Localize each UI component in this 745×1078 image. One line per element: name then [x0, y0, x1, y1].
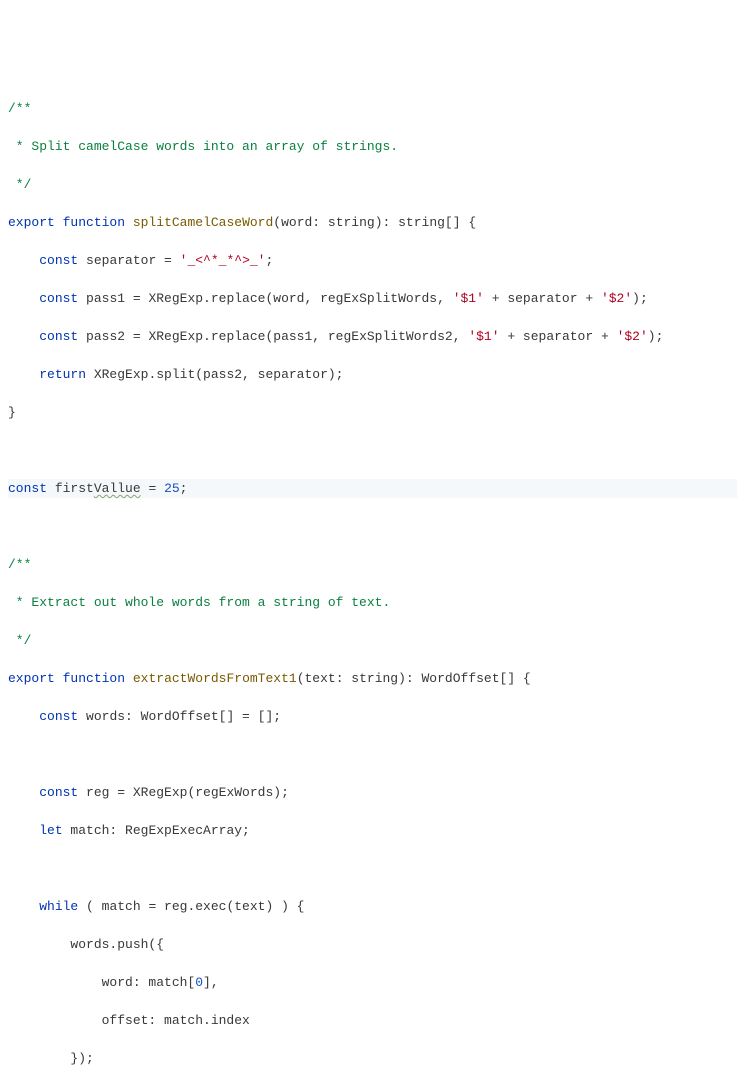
code-line: [8, 859, 737, 878]
code-text: match: RegExpExecArray;: [63, 823, 250, 838]
code-line: */: [8, 175, 737, 194]
code-text: reg = XRegExp(regExWords);: [78, 785, 289, 800]
keyword-export: export: [8, 671, 55, 686]
keyword-const: const: [39, 253, 78, 268]
keyword-const: const: [39, 291, 78, 306]
code-line: const pass2 = XRegExp.replace(pass1, reg…: [8, 327, 737, 346]
code-line: const reg = XRegExp(regExWords);: [8, 783, 737, 802]
code-line: }: [8, 403, 737, 422]
code-text: words: WordOffset[] = [];: [78, 709, 281, 724]
code-text: pass1 = XRegExp.replace(word, regExSplit…: [78, 291, 452, 306]
spellcheck-warning: Vallue: [94, 481, 141, 496]
code-line: [8, 441, 737, 460]
code-line: */: [8, 631, 737, 650]
code-line: offset: match.index: [8, 1011, 737, 1030]
code-text: );: [632, 291, 648, 306]
keyword-function: function: [63, 671, 125, 686]
string-literal: '$2': [617, 329, 648, 344]
code-line: [8, 745, 737, 764]
string-literal: '$1': [468, 329, 499, 344]
code-line: let match: RegExpExecArray;: [8, 821, 737, 840]
function-name: splitCamelCaseWord: [133, 215, 273, 230]
code-line: /**: [8, 99, 737, 118]
keyword-const: const: [39, 785, 78, 800]
code-text: XRegExp.split(pass2, separator);: [86, 367, 343, 382]
code-line: while ( match = reg.exec(text) ) {: [8, 897, 737, 916]
code-line: });: [8, 1049, 737, 1068]
comment-text: /**: [8, 557, 31, 572]
number-literal: 0: [195, 975, 203, 990]
code-text: word: match[: [8, 975, 195, 990]
keyword-const: const: [8, 481, 47, 496]
code-text: }: [8, 405, 16, 420]
code-text: ;: [265, 253, 273, 268]
code-text: separator =: [78, 253, 179, 268]
comment-text: * Extract out whole words from a string …: [8, 595, 390, 610]
code-text: (word: string): string[] {: [273, 215, 476, 230]
code-line: * Extract out whole words from a string …: [8, 593, 737, 612]
code-text: });: [8, 1051, 94, 1066]
keyword-return: return: [39, 367, 86, 382]
string-literal: '_<^*_*^>_': [180, 253, 266, 268]
comment-text: */: [8, 633, 31, 648]
code-text: ],: [203, 975, 219, 990]
code-text: );: [648, 329, 664, 344]
code-line: export function splitCamelCaseWord(word:…: [8, 213, 737, 232]
code-line: word: match[0],: [8, 973, 737, 992]
code-line: const words: WordOffset[] = [];: [8, 707, 737, 726]
keyword-function: function: [63, 215, 125, 230]
comment-text: * Split camelCase words into an array of…: [8, 139, 398, 154]
keyword-const: const: [39, 329, 78, 344]
code-line: /**: [8, 555, 737, 574]
code-text: offset: match.index: [8, 1013, 250, 1028]
keyword-while: while: [39, 899, 78, 914]
keyword-export: export: [8, 215, 55, 230]
code-line: const pass1 = XRegExp.replace(word, regE…: [8, 289, 737, 308]
keyword-const: const: [39, 709, 78, 724]
code-text: pass2 = XRegExp.replace(pass1, regExSpli…: [78, 329, 468, 344]
code-text: words.push({: [8, 937, 164, 952]
code-text: (text: string): WordOffset[] {: [297, 671, 531, 686]
string-literal: '$2': [601, 291, 632, 306]
keyword-let: let: [39, 823, 62, 838]
string-literal: '$1': [453, 291, 484, 306]
code-line: [8, 517, 737, 536]
code-line: const separator = '_<^*_*^>_';: [8, 251, 737, 270]
comment-text: */: [8, 177, 31, 192]
code-editor[interactable]: /** * Split camelCase words into an arra…: [8, 80, 737, 1078]
comment-text: /**: [8, 101, 31, 116]
variable-name: first: [55, 481, 94, 496]
code-text: ;: [180, 481, 188, 496]
code-line: * Split camelCase words into an array of…: [8, 137, 737, 156]
code-line-active: const firstVallue = 25;: [8, 479, 737, 498]
code-line: export function extractWordsFromText1(te…: [8, 669, 737, 688]
number-literal: 25: [164, 481, 180, 496]
code-text: =: [141, 481, 164, 496]
code-text: ( match = reg.exec(text) ) {: [78, 899, 304, 914]
code-text: + separator +: [500, 329, 617, 344]
code-line: words.push({: [8, 935, 737, 954]
code-text: [47, 481, 55, 496]
function-name: extractWordsFromText1: [133, 671, 297, 686]
code-text: + separator +: [484, 291, 601, 306]
code-line: return XRegExp.split(pass2, separator);: [8, 365, 737, 384]
